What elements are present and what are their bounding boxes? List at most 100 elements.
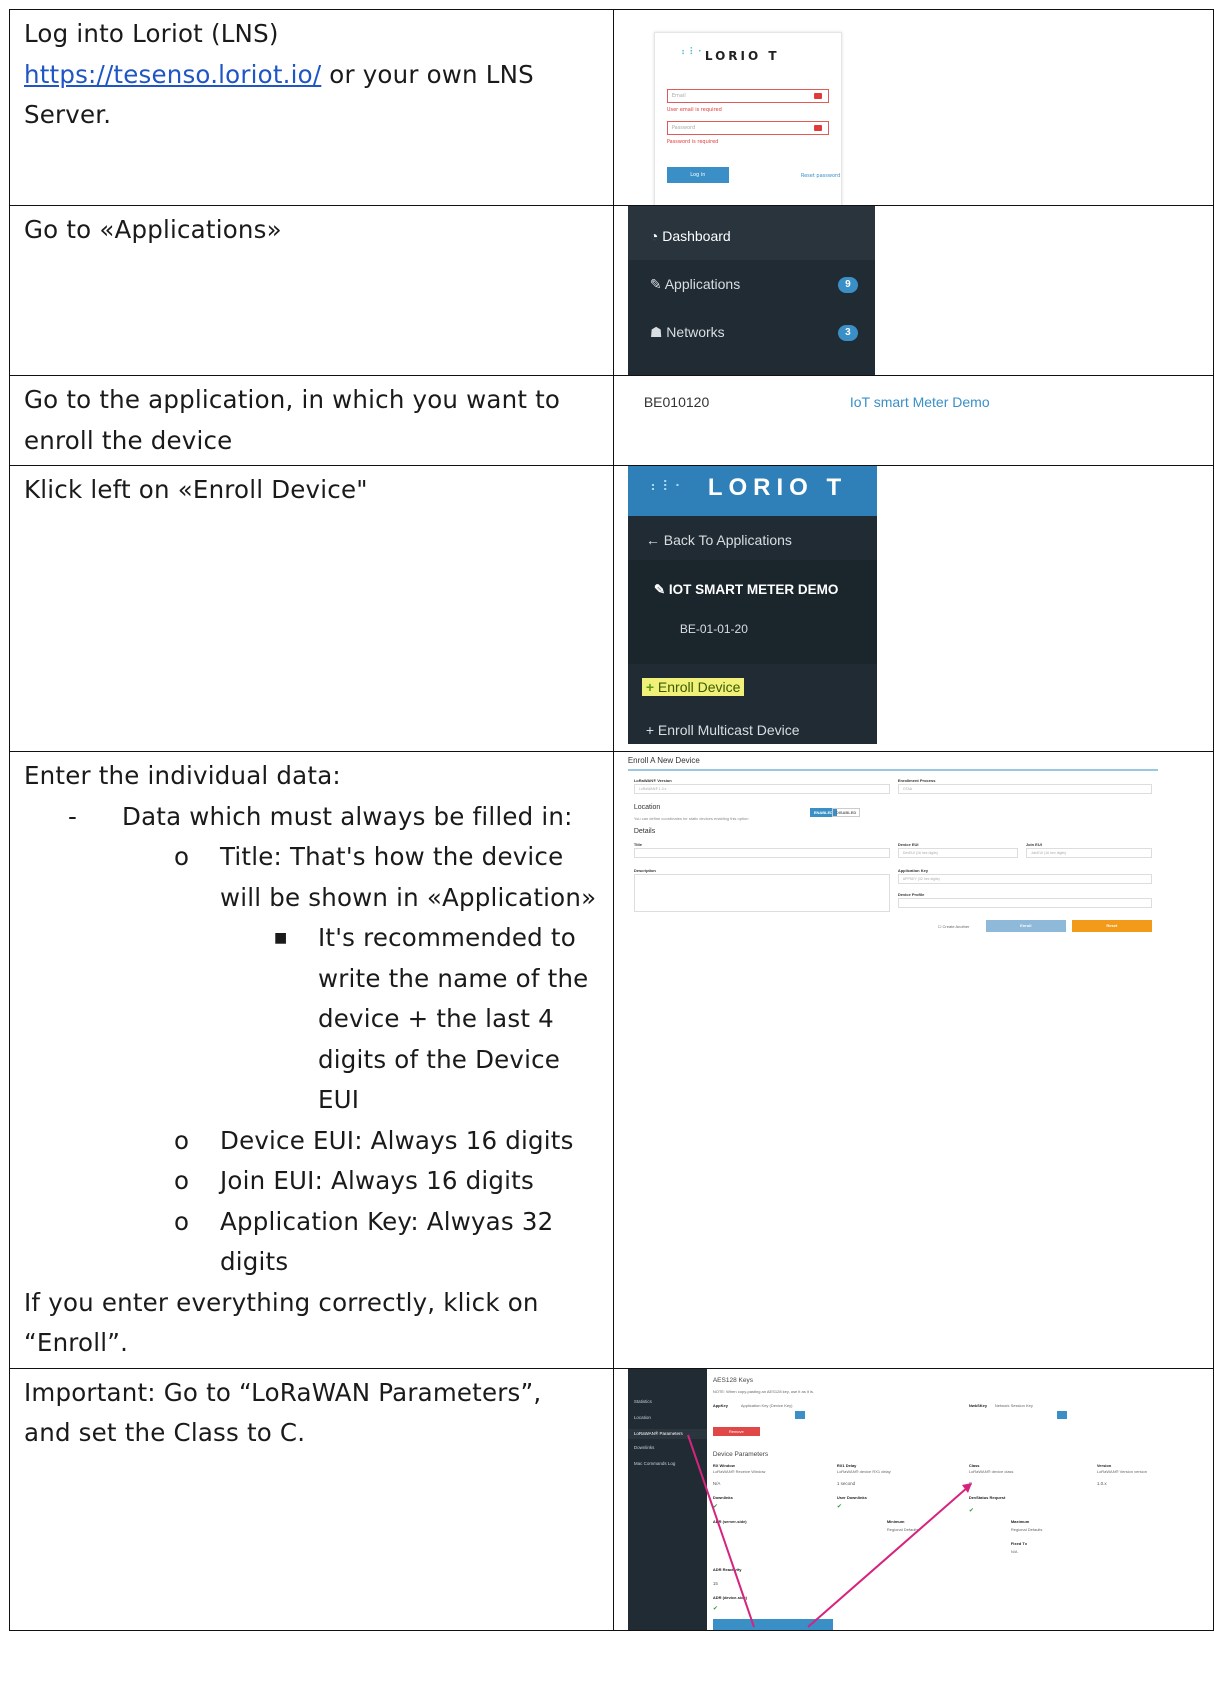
step-row-enroll: Klick left on «Enroll Device" ⠆⠇⠂ LORIO … xyxy=(9,465,1214,752)
error-icon xyxy=(813,93,822,99)
step-line: enroll the device xyxy=(24,425,233,455)
create-another-checkbox[interactable]: ☐ Create Another xyxy=(938,924,970,929)
password-error: Password is required xyxy=(666,139,719,145)
appkey-input[interactable]: APPKEY (32 hex digits) xyxy=(897,874,1152,884)
list-item: - Data which must always be filled in: xyxy=(24,797,599,838)
step-row-applications: Go to «Applications» ◔ Dashboard ✎ Appli… xyxy=(9,205,1214,376)
screenshot-cell: Statistics Location LoRaWAN® Parameters … xyxy=(612,1367,1214,1631)
list-item: o Application Key: Alwyas 32 digits xyxy=(24,1202,599,1283)
location-disabled-toggle[interactable]: DISABLED xyxy=(831,808,861,817)
app-code: BE-01-01-20 xyxy=(679,622,748,636)
loriot-logo-icon: ⠆⠇⠂ xyxy=(680,47,706,58)
sidebar-brand: LORIO T xyxy=(707,474,848,501)
joineui-input[interactable]: JoinEUI (16 hex digits) xyxy=(1025,848,1152,858)
step-text: Go to the application, in which you want… xyxy=(9,375,614,466)
enrollment-process-select[interactable]: OTAA xyxy=(897,784,1152,794)
step-line: and set the Class to C. xyxy=(24,1418,306,1447)
application-name-link[interactable]: IoT smart Meter Demo xyxy=(850,394,990,410)
description-input[interactable] xyxy=(633,874,890,912)
step-line: Server. xyxy=(24,100,112,129)
loriot-logo-icon: ⠆⠇⠂ xyxy=(649,478,687,494)
applications-count-badge: 9 xyxy=(837,277,858,293)
wrench-icon: ✎ xyxy=(653,582,669,597)
screenshot-cell: BE010120 IoT smart Meter Demo xyxy=(612,375,1214,466)
step-text: Enter the individual data: - Data which m… xyxy=(9,751,614,1369)
circle-bullet-icon: o xyxy=(174,842,190,871)
nav-item-label: Applications xyxy=(664,276,741,292)
nav-item-label: Dashboard xyxy=(662,228,731,244)
step-line: Important: Go to “LoRaWAN Parameters”, xyxy=(24,1377,542,1407)
enroll-device-button[interactable]: + Enroll Device xyxy=(641,678,745,696)
list-item: o Join EUI: Always 16 digits xyxy=(24,1161,599,1202)
enroll-button[interactable]: Enroll xyxy=(985,920,1066,932)
step-row-lorawan: Important: Go to “LoRaWAN Parameters”, a… xyxy=(9,1367,1214,1631)
loriot-link[interactable]: https://tesenso.loriot.io/ xyxy=(24,60,321,89)
networks-count-badge: 3 xyxy=(837,325,858,341)
lorawan-version-select[interactable]: LoRaWAN® 1.0.x xyxy=(633,784,890,794)
form-title: Enroll A New Device xyxy=(627,756,1158,771)
back-to-applications[interactable]: ← Back To Applications xyxy=(646,532,792,548)
plus-icon: + xyxy=(645,722,658,738)
circle-bullet-icon: o xyxy=(174,1166,190,1195)
screenshot-cell: ◔ Dashboard ✎ Applications 9 ☗ Networks … xyxy=(612,205,1214,376)
reset-button[interactable]: Reset xyxy=(1071,920,1152,932)
create-another-label: Create Another xyxy=(942,924,970,929)
location-note: You can define coordinates for static de… xyxy=(633,816,749,821)
description-label: Description xyxy=(633,868,656,873)
list-item-text: Title: That's how the device will be sho… xyxy=(220,842,597,912)
step-text: Go to «Applications» xyxy=(9,205,614,376)
plus-icon: + xyxy=(645,679,658,695)
nav-item-networks[interactable]: ☗ Networks xyxy=(650,324,725,341)
app-name: ✎ IOT SMART METER DEMO xyxy=(654,580,854,600)
location-heading: Location xyxy=(633,804,661,811)
reset-password-link[interactable]: Reset password xyxy=(801,173,840,179)
list-item-text: Join EUI: Always 16 digits xyxy=(220,1166,534,1195)
screenshot-cell: ⠆⠇⠂ LORIO T Email User email is required… xyxy=(612,9,1214,206)
screenshot-cell: Enroll A New Device LoRaWAN® Version LoR… xyxy=(612,751,1214,1369)
square-bullet-icon: ■ xyxy=(274,930,288,946)
step-line-rest: or your own LNS xyxy=(321,59,534,89)
sitemap-icon: ☗ xyxy=(649,324,667,340)
enroll-label: Enroll Device xyxy=(657,679,741,695)
arrow-to-class xyxy=(807,1485,969,1628)
step-text: Important: Go to “LoRaWAN Parameters”, a… xyxy=(9,1367,614,1631)
instructions-table: Log into Loriot (LNS) https://tesenso.lo… xyxy=(9,9,1214,1631)
enrollment-process-label: Enrollment Process xyxy=(897,778,936,783)
login-button[interactable]: Log in xyxy=(666,167,729,183)
error-icon xyxy=(813,125,822,131)
back-label: Back To Applications xyxy=(663,532,792,548)
application-id: BE010120 xyxy=(643,394,710,410)
device-profile-input[interactable] xyxy=(897,898,1152,908)
dashboard-icon: ◔ xyxy=(649,228,663,244)
enroll-multicast-button[interactable]: + Enroll Multicast Device xyxy=(646,722,800,738)
app-sidebar: ⠆⠇⠂ LORIO T ← Back To Applications ✎ IOT… xyxy=(627,466,877,744)
list-item: ■ It's recommended to write the name of t… xyxy=(24,918,599,1121)
email-placeholder: Email xyxy=(671,93,686,99)
details-heading: Details xyxy=(633,828,656,835)
step-line: Go to the application, in which you want… xyxy=(24,385,561,414)
password-input[interactable]: Password xyxy=(666,121,829,135)
step-line: Enter the individual data: xyxy=(24,761,341,790)
step-line: If you enter everything correctly, klick… xyxy=(24,1287,539,1358)
list-item: o Title: That's how the device will be sh… xyxy=(24,837,599,918)
step-line: Go to «Applications» xyxy=(24,215,282,244)
title-label: Title xyxy=(633,842,642,847)
enroll-multicast-label: Enroll Multicast Device xyxy=(657,722,800,738)
email-input[interactable]: Email xyxy=(666,89,829,103)
circle-bullet-icon: o xyxy=(174,1206,190,1236)
title-input[interactable] xyxy=(633,848,890,858)
nav-item-applications[interactable]: ✎ Applications xyxy=(650,276,740,293)
list-item-text: It's recommended to write the name of th… xyxy=(318,923,589,1114)
step-text: Klick left on «Enroll Device" xyxy=(9,465,614,752)
list-item: o Device EUI: Always 16 digits xyxy=(24,1121,599,1162)
list-item-text: Application Key: Alwyas 32 digits xyxy=(220,1206,554,1277)
deveui-input[interactable]: DevEUI (16 hex digits) xyxy=(897,848,1018,858)
appkey-label: Application Key xyxy=(897,868,929,873)
step-row-login: Log into Loriot (LNS) https://tesenso.lo… xyxy=(9,9,1214,206)
nav-item-dashboard[interactable]: ◔ Dashboard xyxy=(650,228,731,244)
step-line: https://tesenso.loriot.io/ or your own L… xyxy=(24,55,599,96)
dash-marker: - xyxy=(68,801,78,831)
lorawan-version-label: LoRaWAN® Version xyxy=(633,778,672,783)
device-page: Statistics Location LoRaWAN® Parameters … xyxy=(627,1369,1213,1629)
step-line: Klick left on «Enroll Device" xyxy=(24,475,368,504)
